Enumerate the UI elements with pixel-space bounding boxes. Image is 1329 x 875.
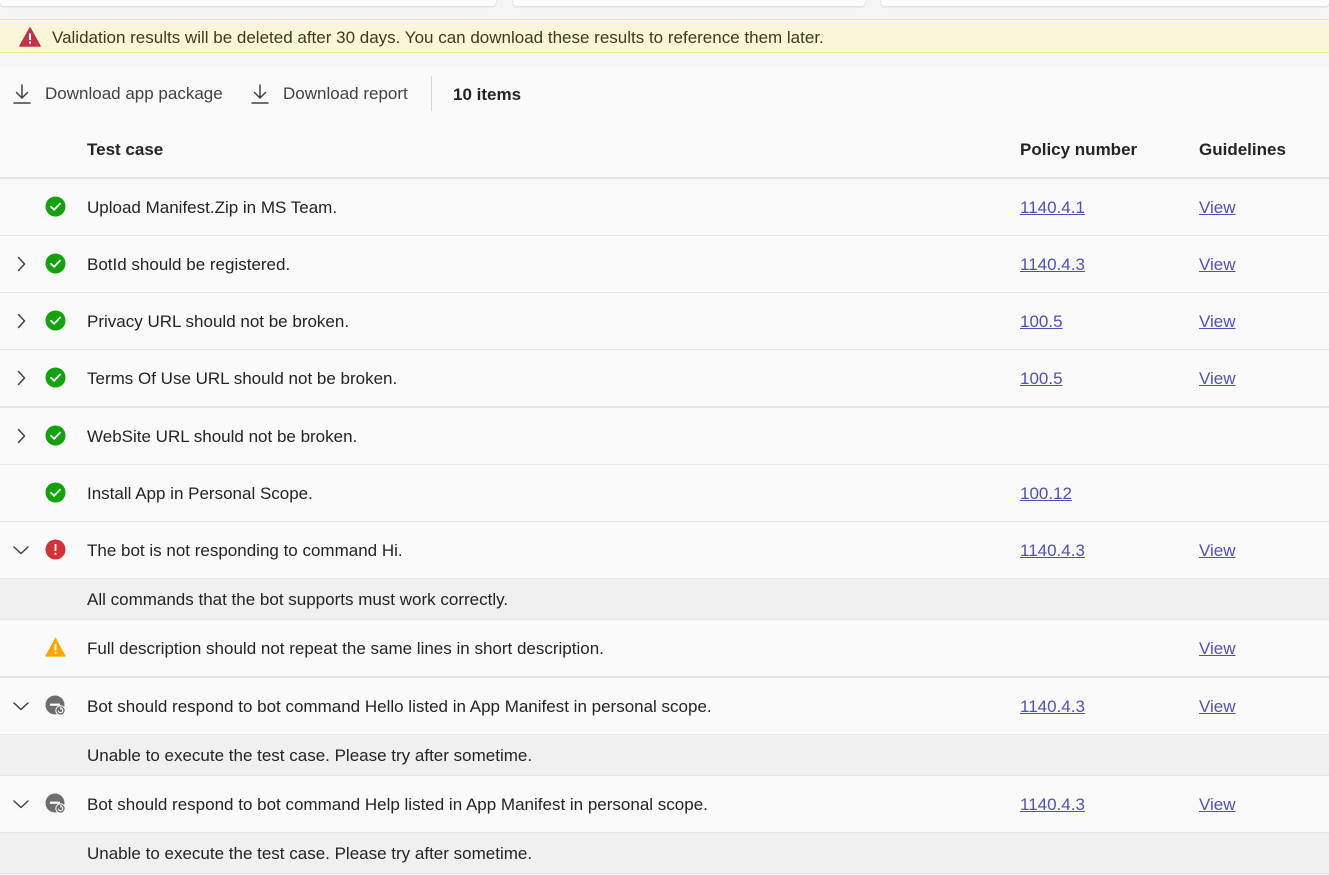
test-case-name: Bot should respond to bot command Help l… xyxy=(87,795,708,814)
download-icon xyxy=(251,84,269,104)
top-cards-strip xyxy=(0,0,1329,8)
summary-card xyxy=(0,0,496,6)
test-case-name: Privacy URL should not be broken. xyxy=(87,312,350,331)
table-body: Upload Manifest.Zip in MS Team. 1140.4.1 V… xyxy=(0,179,1329,874)
guidelines-view-link[interactable]: View xyxy=(1199,179,1236,235)
chevron-right-icon[interactable] xyxy=(12,312,30,330)
results-toolbar: Download app package Download report 10 … xyxy=(0,67,1329,122)
skipped-icon xyxy=(45,793,66,814)
guidelines-view-link[interactable]: View xyxy=(1199,776,1236,832)
test-results-table: Test case Policy number Guidelines Uploa… xyxy=(0,121,1329,874)
table-header: Test case Policy number Guidelines xyxy=(0,121,1329,179)
retention-warning-banner: Validation results will be deleted after… xyxy=(0,19,1329,53)
chevron-right-icon[interactable] xyxy=(12,255,30,273)
table-row[interactable]: The bot is not responding to command Hi.… xyxy=(0,522,1329,579)
policy-number-link[interactable]: 100.5 xyxy=(1020,293,1063,349)
table-row[interactable]: BotId should be registered. 1140.4.3 View xyxy=(0,236,1329,293)
test-case-name: WebSite URL should not be broken. xyxy=(87,427,358,446)
passed-check-icon xyxy=(45,425,66,446)
test-case-name: Full description should not repeat the s… xyxy=(87,639,604,658)
download-app-package-button[interactable]: Download app package xyxy=(12,67,223,121)
guidelines-view-link[interactable]: View xyxy=(1199,236,1236,292)
policy-number-link[interactable]: 1140.4.3 xyxy=(1020,236,1085,292)
policy-number-link[interactable]: 1140.4.1 xyxy=(1020,179,1085,235)
table-row[interactable]: Privacy URL should not be broken. 100.5 Vi… xyxy=(0,293,1329,350)
chevron-down-icon[interactable] xyxy=(12,697,30,715)
passed-check-icon xyxy=(45,253,66,274)
row-detail: Unable to execute the test case. Please … xyxy=(0,833,1329,874)
policy-number-link[interactable]: 1140.4.3 xyxy=(1020,522,1085,578)
policy-number-link[interactable]: 100.12 xyxy=(1020,465,1072,521)
test-case-name: The bot is not responding to command Hi. xyxy=(87,541,403,560)
chevron-down-icon[interactable] xyxy=(12,795,30,813)
guidelines-view-link[interactable]: View xyxy=(1199,522,1236,578)
item-count: 10 items xyxy=(453,85,522,104)
chevron-right-icon[interactable] xyxy=(12,427,30,445)
passed-check-icon xyxy=(45,367,66,388)
passed-check-icon xyxy=(45,482,66,503)
header-policy-number[interactable]: Policy number xyxy=(1020,121,1137,177)
summary-card xyxy=(513,0,865,6)
row-detail-text: All commands that the bot supports must … xyxy=(87,590,509,609)
policy-number-link[interactable]: 1140.4.3 xyxy=(1020,776,1085,832)
table-row[interactable]: Bot should respond to bot command Help l… xyxy=(0,776,1329,833)
row-detail-text: Unable to execute the test case. Please … xyxy=(87,844,533,863)
test-case-name: Bot should respond to bot command Hello … xyxy=(87,697,712,716)
test-case-name: Terms Of Use URL should not be broken. xyxy=(87,369,398,388)
error-icon xyxy=(45,539,66,560)
guidelines-view-link[interactable]: View xyxy=(1199,293,1236,349)
guidelines-view-link[interactable]: View xyxy=(1199,620,1236,676)
passed-check-icon xyxy=(45,310,66,331)
table-row[interactable]: Bot should respond to bot command Hello … xyxy=(0,678,1329,735)
policy-number-link[interactable]: 1140.4.3 xyxy=(1020,678,1085,734)
summary-card xyxy=(881,0,1329,6)
results-panel: Download app package Download report 10 … xyxy=(0,67,1329,874)
table-row[interactable]: Terms Of Use URL should not be broken. 10… xyxy=(0,350,1329,408)
header-guidelines[interactable]: Guidelines xyxy=(1199,121,1286,177)
download-app-package-label: Download app package xyxy=(45,84,223,103)
table-row[interactable]: Install App in Personal Scope. 100.12 xyxy=(0,465,1329,522)
table-row[interactable]: Full description should not repeat the s… xyxy=(0,620,1329,678)
download-report-label: Download report xyxy=(283,84,408,103)
chevron-down-icon[interactable] xyxy=(12,541,30,559)
banner-message: Validation results will be deleted after… xyxy=(52,28,824,47)
passed-check-icon xyxy=(45,196,66,217)
guidelines-view-link[interactable]: View xyxy=(1199,350,1236,406)
row-detail-text: Unable to execute the test case. Please … xyxy=(87,746,533,765)
test-case-name: BotId should be registered. xyxy=(87,255,291,274)
skipped-icon xyxy=(45,695,66,716)
row-detail: Unable to execute the test case. Please … xyxy=(0,735,1329,776)
row-detail: All commands that the bot supports must … xyxy=(0,579,1329,620)
warning-triangle-icon xyxy=(19,27,41,47)
download-report-button[interactable]: Download report xyxy=(250,67,408,121)
table-row[interactable]: Upload Manifest.Zip in MS Team. 1140.4.1 V… xyxy=(0,179,1329,236)
table-row[interactable]: WebSite URL should not be broken. xyxy=(0,408,1329,465)
policy-number-link[interactable]: 100.5 xyxy=(1020,350,1063,406)
toolbar-divider xyxy=(431,76,432,111)
warning-icon xyxy=(45,637,66,657)
guidelines-view-link[interactable]: View xyxy=(1199,678,1236,734)
test-case-name: Install App in Personal Scope. xyxy=(87,484,313,503)
header-test-case[interactable]: Test case xyxy=(87,121,163,177)
chevron-right-icon[interactable] xyxy=(12,369,30,387)
download-icon xyxy=(13,84,31,104)
test-case-name: Upload Manifest.Zip in MS Team. xyxy=(87,198,338,217)
